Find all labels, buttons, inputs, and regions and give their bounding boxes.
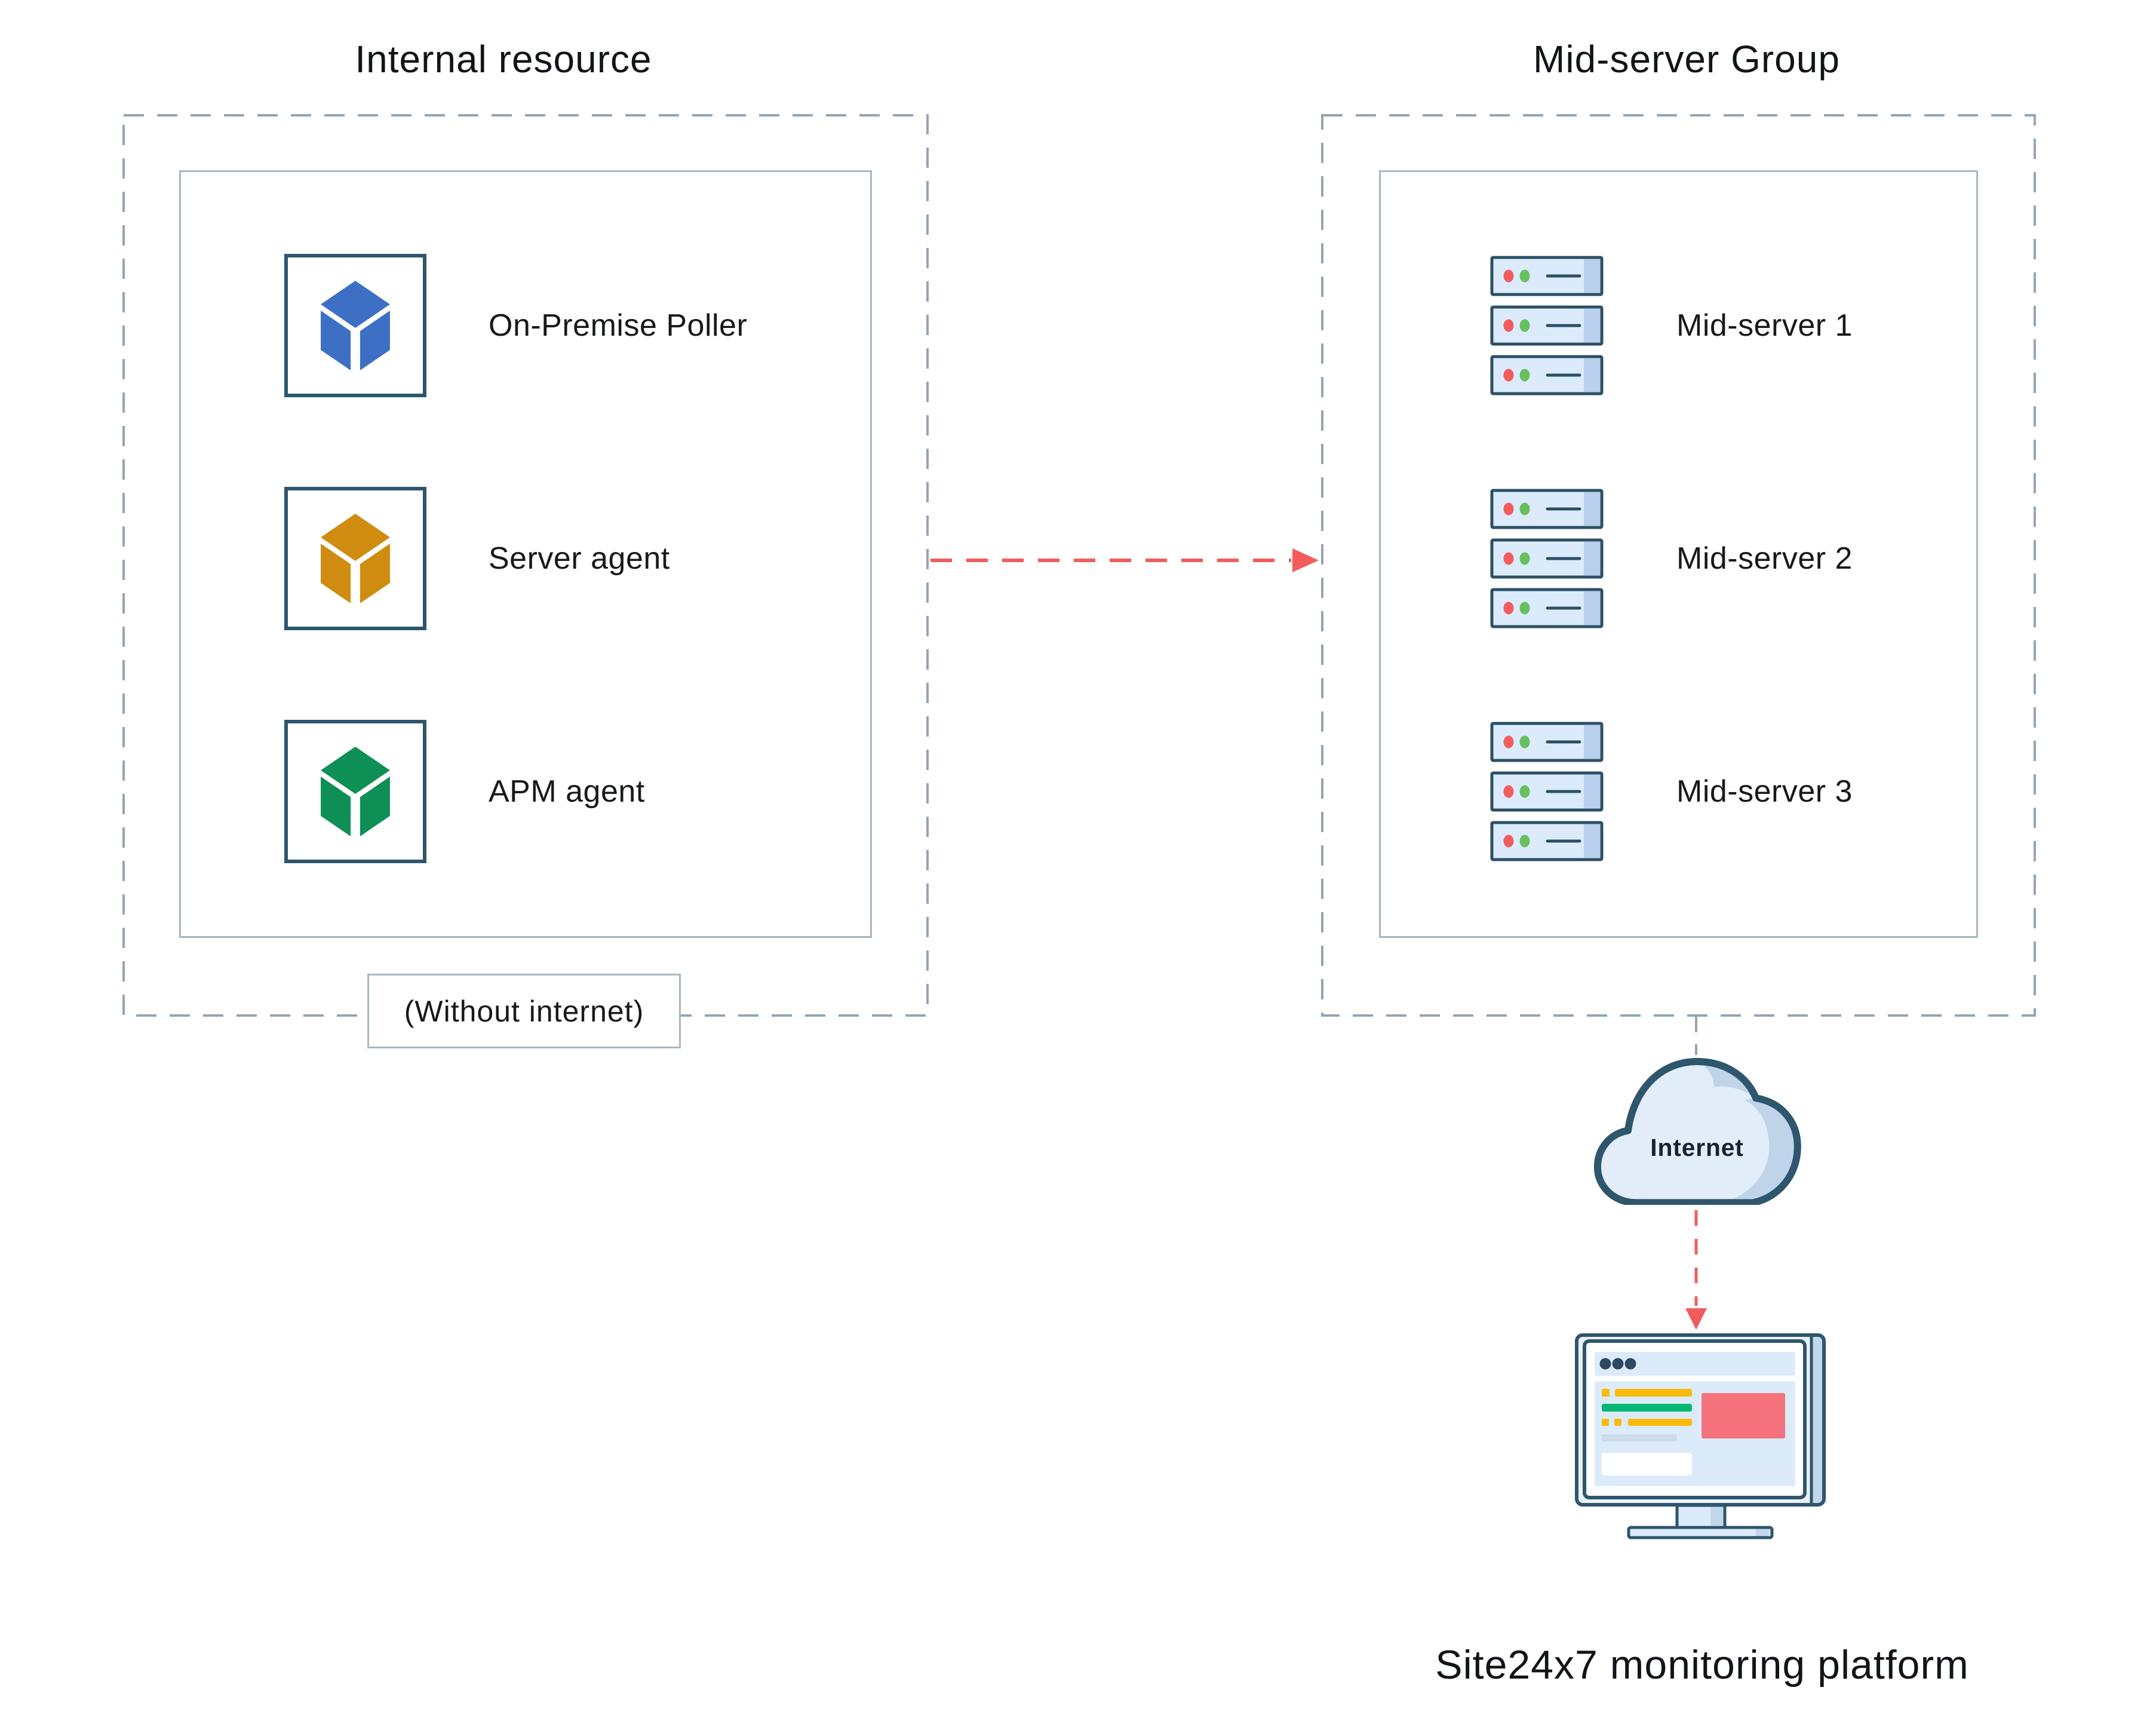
on-premise-poller-tile [284,254,426,397]
apm-agent-label: APM agent [489,768,645,815]
cube-icon [316,278,395,373]
midserver-group-title: Mid-server Group [1269,37,2105,81]
server-rack-icon [1490,256,1604,395]
monitor-icon [1575,1333,1826,1539]
server-rack-icon [1490,489,1604,628]
diagram-canvas: Internal resource On-Premise Poller Serv… [0,0,2156,1721]
server-agent-label: Server agent [489,535,670,582]
on-premise-poller-label: On-Premise Poller [489,302,747,349]
midserver-1-label: Mid-server 1 [1676,302,1853,349]
server-agent-tile [284,487,426,630]
internet-cloud-icon: Internet [1590,1057,1804,1205]
platform-caption: Site24x7 monitoring platform [1284,1642,2120,1688]
arrow-cloud-to-platform-head [1685,1308,1707,1330]
cube-icon [316,511,395,606]
internal-group-title: Internal resource [85,37,922,81]
without-internet-note: (Without internet) [367,974,681,1048]
midserver-2-label: Mid-server 2 [1676,535,1853,582]
apm-agent-tile [284,720,426,863]
internet-label: Internet [1650,1134,1743,1161]
server-rack-icon [1490,722,1604,861]
midserver-3-label: Mid-server 3 [1676,768,1853,815]
arrow-internal-to-midserver-head [1292,548,1319,572]
cube-icon [316,744,395,839]
